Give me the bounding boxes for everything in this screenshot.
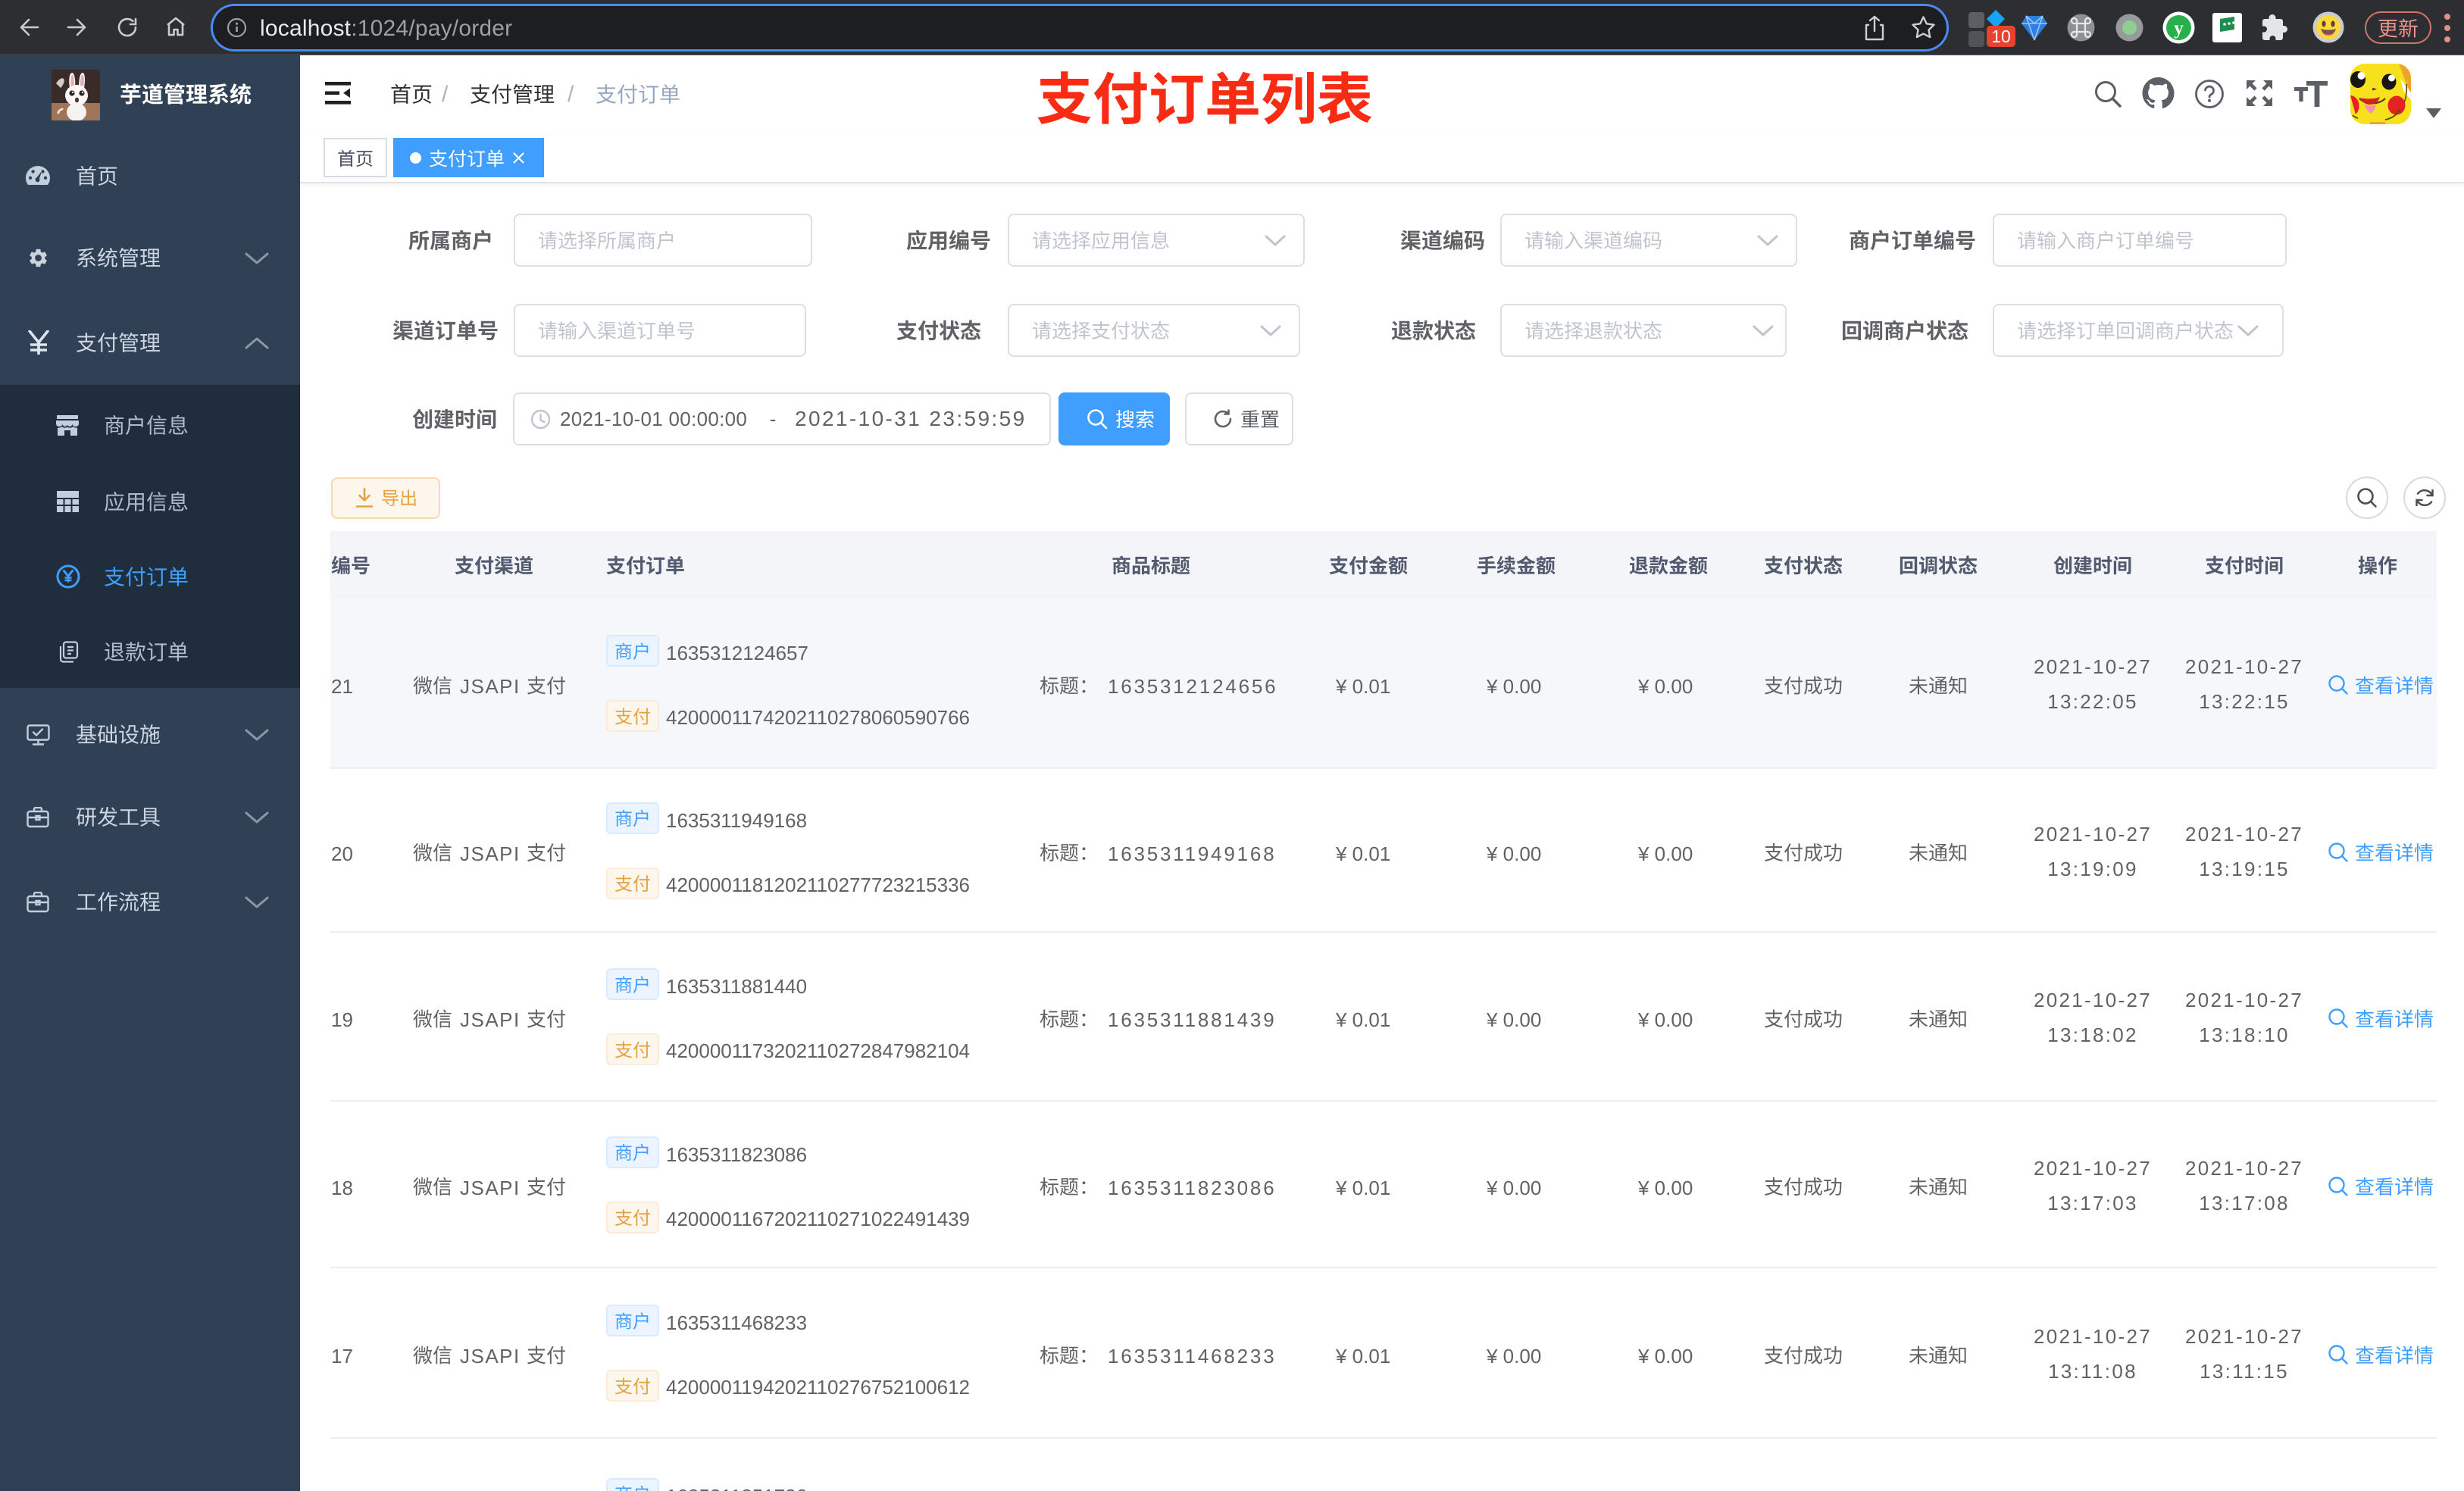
- svg-text:y: y: [2174, 18, 2184, 39]
- svg-text:10: 10: [1991, 27, 2011, 46]
